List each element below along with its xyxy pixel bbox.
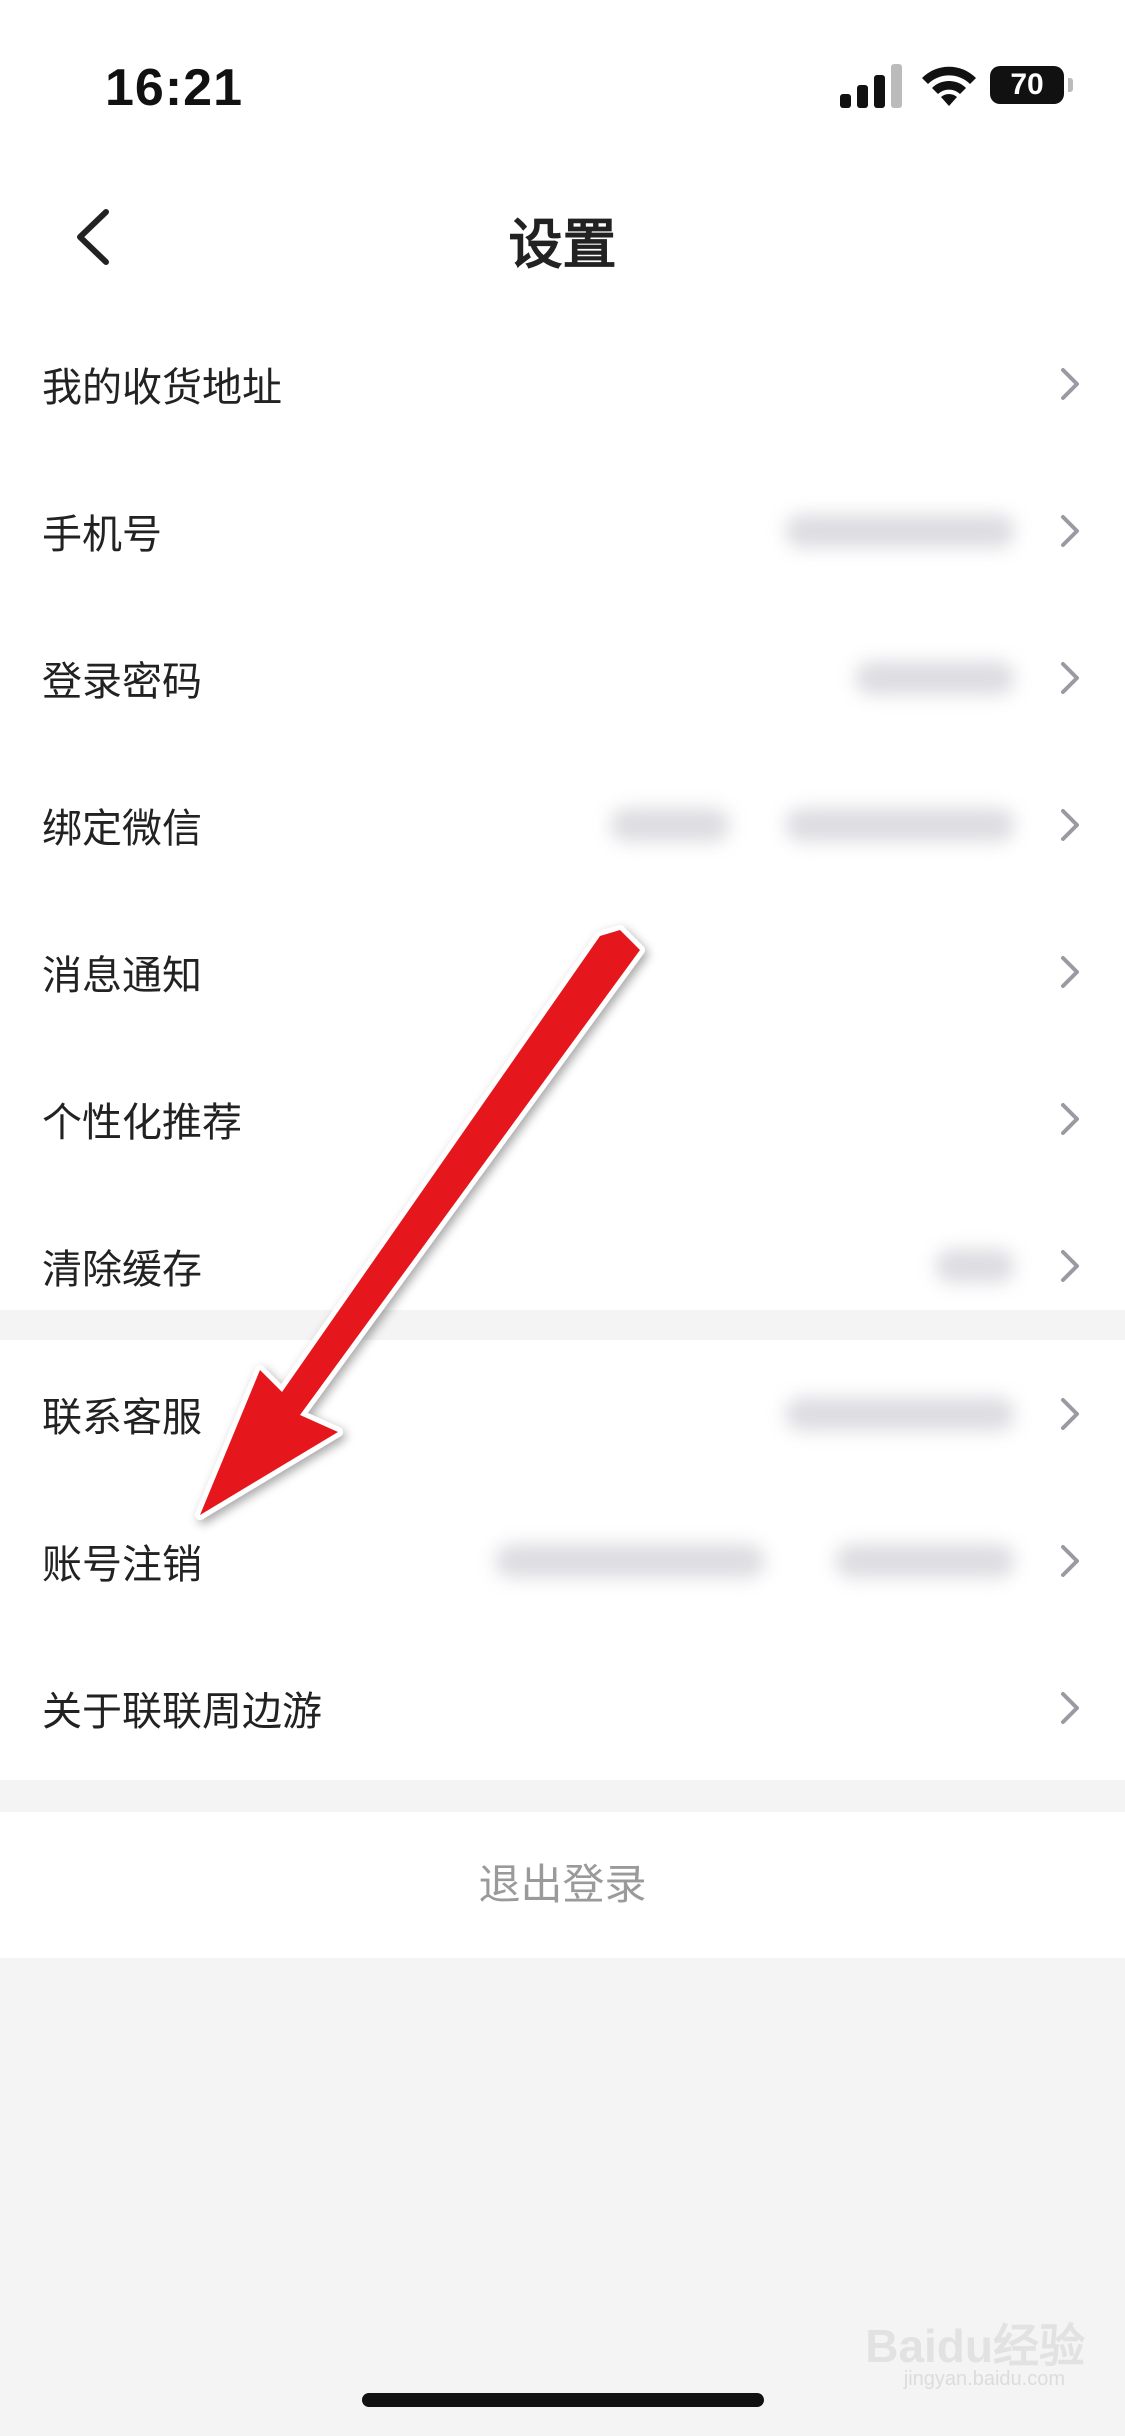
- page-title: 设置: [508, 213, 617, 276]
- blurred-value: [855, 660, 1015, 695]
- settings-group-support: 联系客服 账号注销 关于联联周边游: [0, 1340, 1125, 1780]
- blurred-value: [785, 513, 1015, 548]
- chevron-right-icon: [1061, 1691, 1079, 1724]
- wifi-icon: [922, 66, 976, 106]
- blurred-value: [785, 807, 1015, 842]
- settings-row-address[interactable]: 我的收货地址: [0, 310, 1125, 457]
- status-bar: 16:21 70: [0, 0, 1125, 170]
- row-label: 清除缓存: [42, 1246, 202, 1293]
- settings-group-account: 我的收货地址 手机号 登录密码 绑定微信 消息通知 个性化推荐 清除缓存: [0, 310, 1125, 1310]
- row-label: 登录密码: [42, 658, 202, 705]
- settings-row-phone[interactable]: 手机号: [0, 457, 1125, 604]
- settings-row-personalized[interactable]: 个性化推荐: [0, 1045, 1125, 1192]
- chevron-right-icon: [1061, 514, 1079, 547]
- blurred-value: [495, 1543, 765, 1578]
- settings-row-about[interactable]: 关于联联周边游: [0, 1634, 1125, 1781]
- battery-icon: 70: [990, 66, 1073, 104]
- cellular-signal-icon: [840, 64, 902, 108]
- chevron-right-icon: [1061, 1397, 1079, 1430]
- logout-button[interactable]: 退出登录: [0, 1812, 1125, 1958]
- settings-row-notifications[interactable]: 消息通知: [0, 898, 1125, 1045]
- blurred-value: [935, 1248, 1015, 1283]
- row-label: 手机号: [42, 511, 162, 558]
- settings-row-customer-service[interactable]: 联系客服: [0, 1340, 1125, 1487]
- blurred-value: [785, 1396, 1015, 1431]
- row-label: 个性化推荐: [42, 1099, 242, 1146]
- settings-row-wechat[interactable]: 绑定微信: [0, 751, 1125, 898]
- chevron-right-icon: [1061, 1249, 1079, 1282]
- chevron-right-icon: [1061, 367, 1079, 400]
- chevron-right-icon: [1061, 1544, 1079, 1577]
- blurred-value: [835, 1543, 1015, 1578]
- row-label: 账号注销: [42, 1541, 202, 1588]
- chevron-right-icon: [1061, 955, 1079, 988]
- chevron-right-icon: [1061, 808, 1079, 841]
- watermark: Baidu经验: [865, 2320, 1085, 2372]
- settings-row-clear-cache[interactable]: 清除缓存: [0, 1192, 1125, 1339]
- row-label: 绑定微信: [42, 805, 202, 852]
- chevron-right-icon: [1061, 661, 1079, 694]
- nav-bar: 设置: [0, 170, 1125, 310]
- row-label: 关于联联周边游: [42, 1688, 322, 1735]
- blurred-value: [610, 807, 730, 842]
- watermark-url: jingyan.baidu.com: [903, 2368, 1065, 2390]
- home-indicator[interactable]: [362, 2393, 764, 2407]
- row-label: 我的收货地址: [42, 364, 282, 411]
- settings-row-delete-account[interactable]: 账号注销: [0, 1487, 1125, 1634]
- chevron-right-icon: [1061, 1102, 1079, 1135]
- row-label: 消息通知: [42, 952, 202, 999]
- row-label: 联系客服: [42, 1394, 202, 1441]
- settings-row-password[interactable]: 登录密码: [0, 604, 1125, 751]
- status-time: 16:21: [105, 59, 243, 117]
